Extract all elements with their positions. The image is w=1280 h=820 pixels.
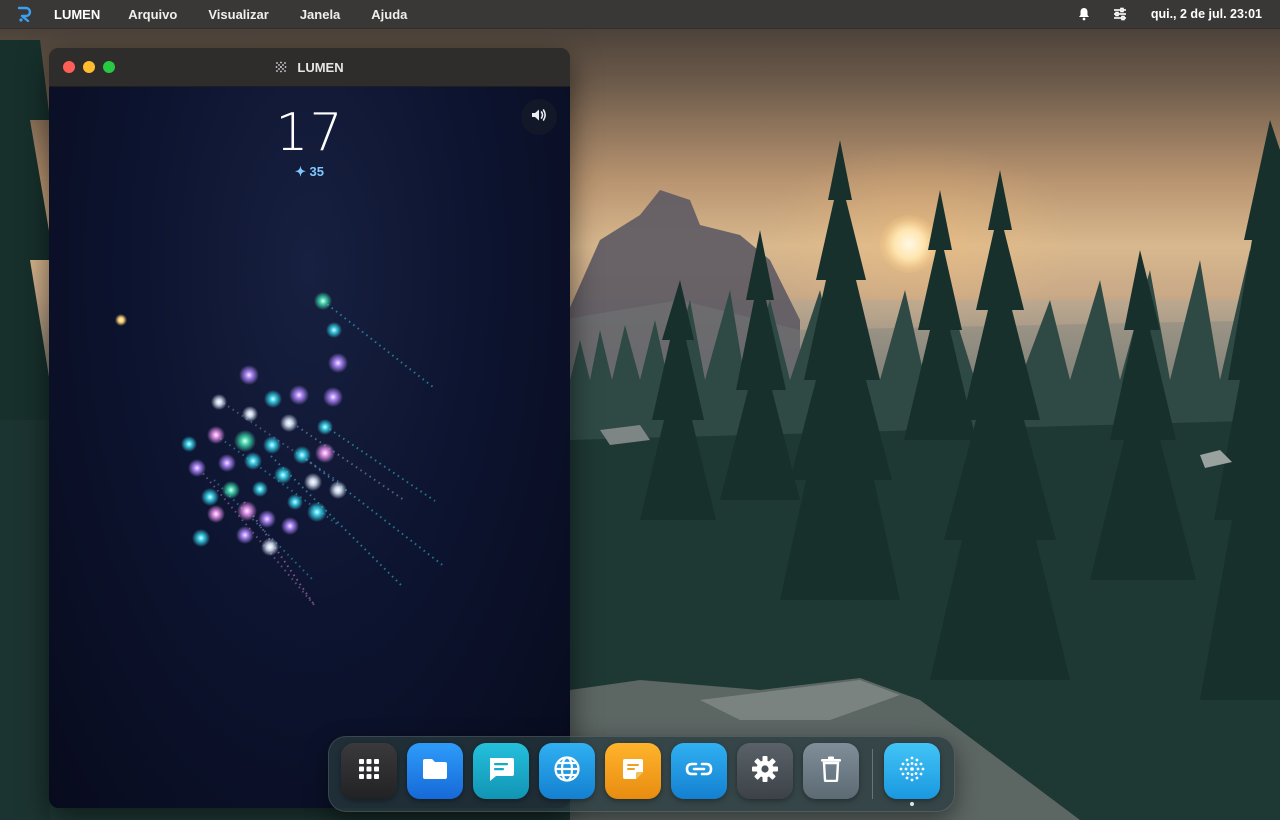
particle bbox=[207, 505, 225, 523]
gear-icon bbox=[751, 755, 779, 788]
particle bbox=[237, 501, 257, 521]
running-indicator bbox=[910, 802, 914, 806]
clock[interactable]: qui., 2 de jul. 23:01 bbox=[1151, 7, 1262, 21]
particle-field bbox=[115, 292, 446, 607]
dock-settings[interactable] bbox=[737, 743, 793, 799]
link-icon bbox=[684, 759, 714, 784]
dock-app-grid[interactable] bbox=[341, 743, 397, 799]
dock-browser[interactable] bbox=[539, 743, 595, 799]
particle bbox=[239, 365, 259, 385]
particle bbox=[211, 394, 227, 410]
particle bbox=[192, 529, 210, 547]
particle bbox=[222, 481, 240, 499]
particle bbox=[315, 443, 335, 463]
particle bbox=[323, 387, 343, 407]
particle bbox=[274, 466, 292, 484]
particle bbox=[261, 538, 279, 556]
lumen-icon bbox=[898, 755, 926, 788]
particle bbox=[242, 406, 258, 422]
particle bbox=[115, 314, 127, 326]
particle bbox=[234, 430, 256, 452]
particle bbox=[181, 436, 197, 452]
particle bbox=[201, 488, 219, 506]
particle-trail bbox=[243, 501, 316, 607]
speaker-icon bbox=[530, 106, 548, 129]
dock-files[interactable] bbox=[407, 743, 463, 799]
menu-arquivo[interactable]: Arquivo bbox=[128, 7, 177, 22]
menu-janela[interactable]: Janela bbox=[300, 7, 340, 22]
sound-toggle-button[interactable] bbox=[521, 99, 557, 135]
dock-links[interactable] bbox=[671, 743, 727, 799]
particle bbox=[289, 385, 309, 405]
dock-notes[interactable] bbox=[605, 743, 661, 799]
particle bbox=[258, 510, 276, 528]
sliders-icon[interactable] bbox=[1111, 5, 1129, 23]
score-counter: 17 bbox=[275, 103, 344, 163]
minimize-window-button[interactable] bbox=[83, 61, 95, 73]
globe-icon bbox=[553, 755, 581, 788]
particle bbox=[307, 502, 327, 522]
particle bbox=[218, 454, 236, 472]
note-icon bbox=[621, 757, 645, 786]
particle bbox=[244, 452, 262, 470]
dock-messages[interactable] bbox=[473, 743, 529, 799]
particle bbox=[317, 419, 333, 435]
lumen-window: LUMEN 17 ✦ 35 bbox=[49, 48, 570, 808]
close-window-button[interactable] bbox=[63, 61, 75, 73]
particle bbox=[252, 481, 268, 497]
particle bbox=[326, 322, 342, 338]
particle bbox=[188, 459, 206, 477]
particle bbox=[293, 446, 311, 464]
particle bbox=[304, 473, 322, 491]
particle bbox=[281, 517, 299, 535]
game-canvas[interactable]: 17 ✦ 35 bbox=[49, 87, 570, 808]
system-logo-icon[interactable] bbox=[16, 5, 34, 23]
particle bbox=[314, 292, 332, 310]
particle bbox=[287, 494, 303, 510]
particle bbox=[329, 481, 347, 499]
bell-icon[interactable] bbox=[1075, 5, 1093, 23]
folder-icon bbox=[421, 757, 449, 786]
chat-icon bbox=[487, 756, 515, 787]
dock-lumen[interactable] bbox=[884, 743, 940, 799]
particle bbox=[280, 414, 298, 432]
particle bbox=[263, 436, 281, 454]
particle bbox=[328, 353, 348, 373]
particle bbox=[264, 390, 282, 408]
active-app-name[interactable]: LUMEN bbox=[54, 7, 100, 22]
lumen-app-icon bbox=[275, 61, 287, 73]
dock bbox=[328, 736, 955, 812]
menu-ajuda[interactable]: Ajuda bbox=[371, 7, 407, 22]
dock-separator bbox=[872, 749, 873, 799]
dock-trash[interactable] bbox=[803, 743, 859, 799]
best-score: ✦ 35 bbox=[295, 164, 324, 179]
particle-trail bbox=[322, 300, 434, 388]
menu-visualizar[interactable]: Visualizar bbox=[208, 7, 268, 22]
top-menu-bar: LUMEN Arquivo Visualizar Janela Ajuda qu… bbox=[0, 0, 1280, 28]
window-titlebar[interactable]: LUMEN bbox=[49, 48, 570, 87]
trash-icon bbox=[820, 756, 842, 787]
particle bbox=[207, 426, 225, 444]
window-title: LUMEN bbox=[297, 59, 344, 75]
grid-icon bbox=[358, 758, 380, 785]
zoom-window-button[interactable] bbox=[103, 61, 115, 73]
particle bbox=[236, 526, 254, 544]
